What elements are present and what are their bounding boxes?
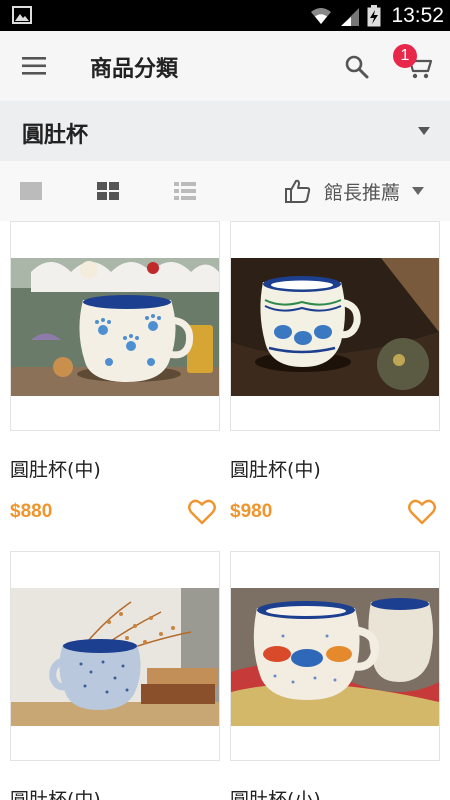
thumbs-up-icon (285, 179, 311, 203)
product-image (231, 588, 439, 726)
product-image-frame (230, 221, 440, 431)
product-image-frame (10, 551, 220, 761)
search-icon[interactable] (343, 53, 371, 81)
product-name[interactable]: 圓肚杯(中) (230, 455, 321, 482)
product-name[interactable]: 圓肚杯(小) (230, 785, 321, 800)
product-name[interactable]: 圓肚杯(中) (10, 785, 101, 800)
clock: 13:52 (391, 3, 444, 27)
hamburger-menu-icon[interactable] (18, 51, 52, 81)
product-card[interactable]: 圓肚杯(中) $980 (230, 221, 440, 541)
product-grid: 圓肚杯(中) $880 圓肚杯(中) $980 圓肚杯(中) 圓肚杯(小) (0, 221, 450, 800)
app-bar: 商品分類 1 (0, 31, 450, 101)
product-price: $980 (230, 501, 273, 522)
page-title: 商品分類 (90, 57, 179, 82)
sort-label: 館長推薦 (324, 181, 401, 204)
heart-icon[interactable] (408, 499, 436, 525)
cart-count-badge: 1 (393, 44, 417, 68)
product-image-frame (10, 221, 220, 431)
sort-caret-icon (412, 187, 425, 195)
single-view-icon[interactable] (20, 182, 42, 200)
product-image-frame (230, 551, 440, 761)
view-toolbar: 館長推薦 (0, 161, 450, 221)
product-image (11, 588, 219, 726)
product-name[interactable]: 圓肚杯(中) (10, 455, 101, 482)
product-price: $880 (10, 501, 53, 522)
product-card[interactable]: 圓肚杯(中) (10, 551, 220, 800)
battery-icon (367, 4, 381, 26)
status-bar: 13:52 (0, 0, 450, 31)
list-view-icon[interactable] (174, 182, 196, 200)
gallery-notification-icon (12, 6, 32, 24)
product-image (231, 258, 439, 396)
category-label: 圓肚杯 (22, 123, 89, 148)
product-card[interactable]: 圓肚杯(中) $880 (10, 221, 220, 541)
sort-selector[interactable]: 館長推薦 (284, 176, 425, 206)
product-image (11, 258, 219, 396)
dropdown-caret-icon (418, 127, 430, 135)
category-selector[interactable]: 圓肚杯 (0, 101, 450, 161)
signal-icon (341, 7, 360, 26)
grid-view-icon[interactable] (97, 182, 119, 200)
heart-icon[interactable] (188, 499, 216, 525)
wifi-icon (311, 7, 332, 24)
product-card[interactable]: 圓肚杯(小) (230, 551, 440, 800)
